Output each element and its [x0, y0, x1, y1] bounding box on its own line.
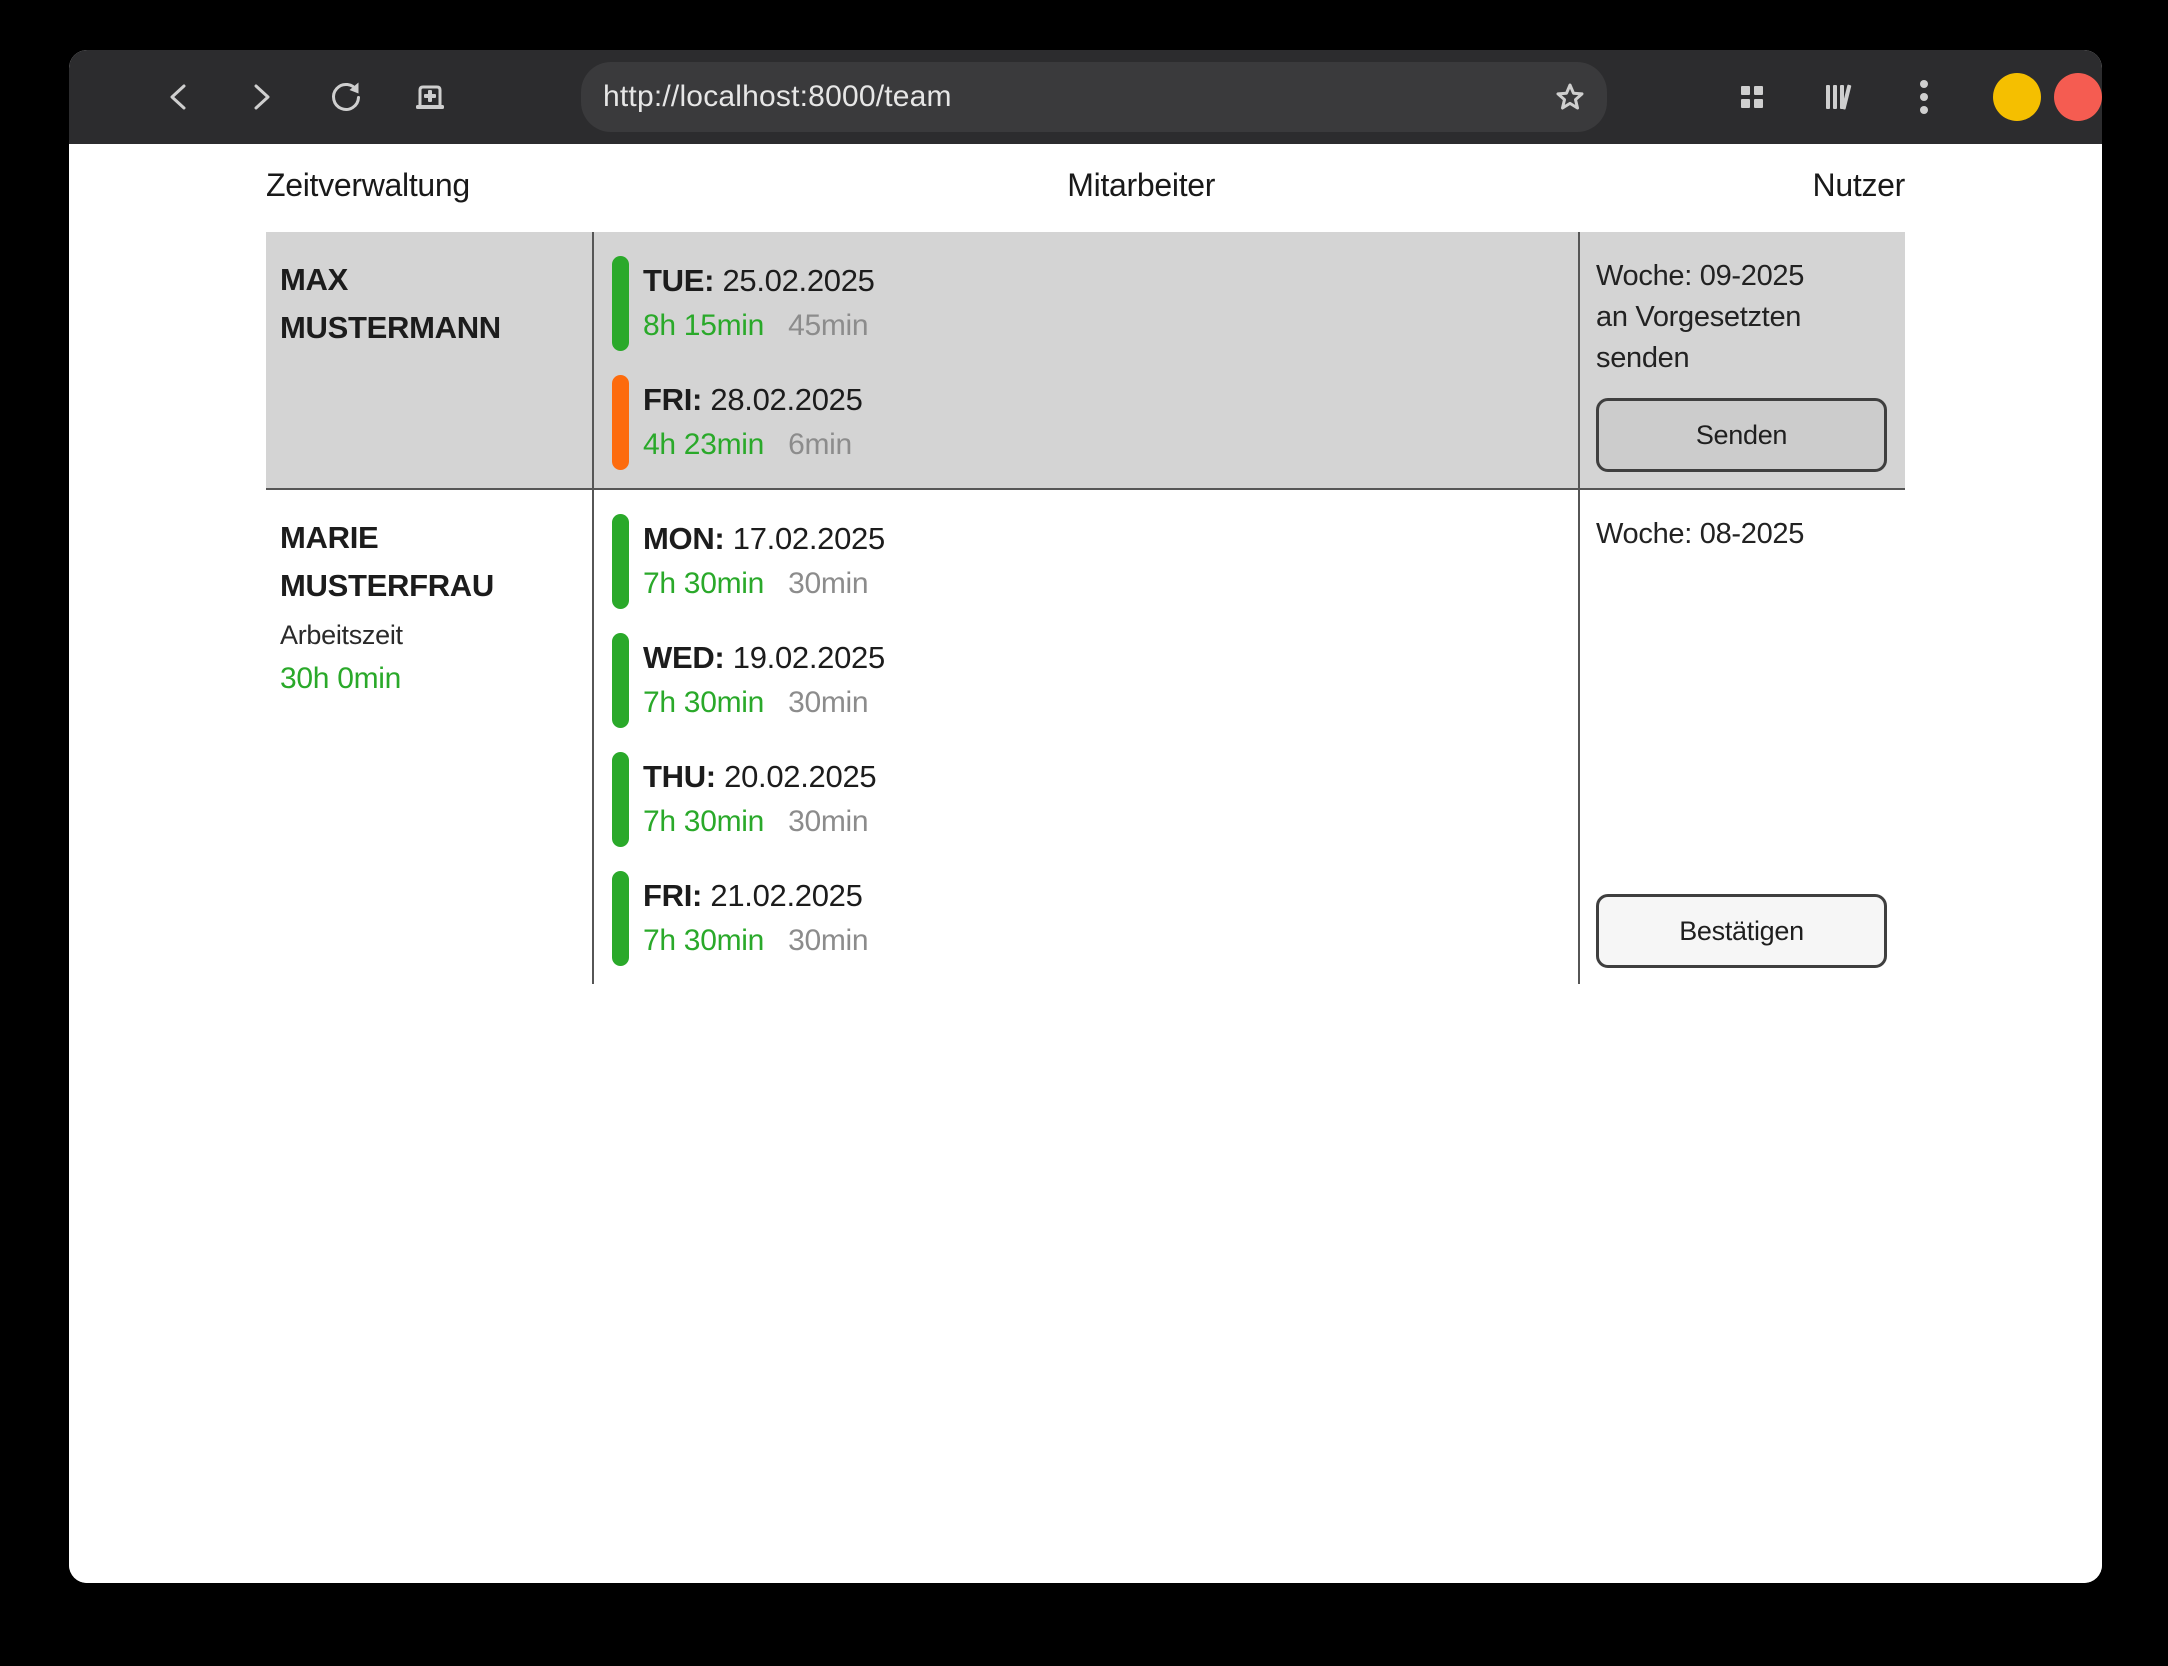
library-button[interactable]	[1821, 80, 1855, 114]
day-date: 25.02.2025	[722, 263, 874, 298]
screenshot-stage: http://localhost:8000/team	[0, 0, 2168, 1666]
nav-item-nutzer[interactable]: Nutzer	[1813, 167, 1905, 204]
employee-days-cell: MON: 17.02.2025 7h 30min 30min	[592, 490, 1578, 984]
reload-icon	[328, 79, 364, 115]
day-date: 19.02.2025	[733, 640, 885, 675]
day-status-bar	[612, 633, 629, 728]
employee-name-line: MUSTERFRAU	[280, 562, 582, 610]
employee-name-line: MARIE	[280, 514, 582, 562]
week-action-cell: Woche: 09-2025 an Vorgesetzten senden Se…	[1578, 232, 1905, 488]
back-button[interactable]	[161, 80, 195, 114]
close-window-button[interactable]	[2054, 73, 2102, 121]
star-icon	[1554, 81, 1586, 113]
day-date: 17.02.2025	[733, 521, 885, 556]
library-icon	[1821, 80, 1855, 114]
chevron-left-icon	[165, 80, 191, 114]
day-label: WED:	[643, 640, 724, 675]
day-date: 20.02.2025	[724, 759, 876, 794]
main-menu-button[interactable]	[1907, 80, 1941, 114]
worked-time: 8h 15min	[643, 309, 764, 342]
employee-name-cell: MAX MUSTERMANN	[266, 232, 592, 488]
day-entry: THU: 20.02.2025 7h 30min 30min	[612, 752, 1578, 847]
table-row-marie-musterfrau[interactable]: MARIE MUSTERFRAU Arbeitszeit 30h 0min MO…	[266, 488, 1905, 984]
worked-time: 7h 30min	[643, 924, 764, 957]
day-entry: FRI: 21.02.2025 7h 30min 30min	[612, 871, 1578, 966]
day-date: 21.02.2025	[710, 878, 862, 913]
kebab-menu-icon	[1918, 78, 1930, 116]
employee-name-line: MUSTERMANN	[280, 304, 582, 352]
week-note: senden	[1596, 338, 1887, 379]
week-note: an Vorgesetzten	[1596, 297, 1887, 338]
day-status-bar	[612, 871, 629, 966]
day-entry: TUE: 25.02.2025 8h 15min 45min	[612, 256, 1578, 351]
day-date: 28.02.2025	[710, 382, 862, 417]
browser-toolbar: http://localhost:8000/team	[69, 50, 2102, 144]
pause-time: 30min	[788, 924, 868, 957]
bestaetigen-button[interactable]: Bestätigen	[1596, 894, 1887, 968]
apps-menu-button[interactable]	[1735, 80, 1769, 114]
browser-window: http://localhost:8000/team	[69, 50, 2102, 1583]
day-status-bar	[612, 256, 629, 351]
senden-button[interactable]: Senden	[1596, 398, 1887, 472]
forward-button[interactable]	[245, 80, 279, 114]
nav-item-zeitverwaltung[interactable]: Zeitverwaltung	[266, 167, 470, 204]
chevron-right-icon	[249, 80, 275, 114]
day-status-bar	[612, 514, 629, 609]
main-nav: Zeitverwaltung Mitarbeiter Nutzer	[266, 167, 1905, 204]
new-tab-button[interactable]	[413, 80, 447, 114]
day-status-bar	[612, 752, 629, 847]
reload-button[interactable]	[329, 80, 363, 114]
day-entry: MON: 17.02.2025 7h 30min 30min	[612, 514, 1578, 609]
day-entry: FRI: 28.02.2025 4h 23min 6min	[612, 375, 1578, 470]
pause-time: 6min	[788, 428, 852, 461]
employee-table: MAX MUSTERMANN TUE: 25.02.2025	[266, 232, 1905, 984]
table-row-max-mustermann[interactable]: MAX MUSTERMANN TUE: 25.02.2025	[266, 232, 1905, 488]
worked-time: 7h 30min	[643, 686, 764, 719]
week-label: Woche: 09-2025	[1596, 256, 1887, 297]
nav-item-mitarbeiter[interactable]: Mitarbeiter	[1067, 167, 1215, 204]
worktime-label: Arbeitszeit	[280, 614, 582, 656]
employee-days-cell: TUE: 25.02.2025 8h 15min 45min	[592, 232, 1578, 488]
worked-time: 7h 30min	[643, 805, 764, 838]
bookmark-button[interactable]	[1553, 80, 1587, 114]
day-entry: WED: 19.02.2025 7h 30min 30min	[612, 633, 1578, 728]
employee-name-cell: MARIE MUSTERFRAU Arbeitszeit 30h 0min	[266, 490, 592, 984]
minimize-window-button[interactable]	[1993, 73, 2041, 121]
pause-time: 45min	[788, 309, 868, 342]
pause-time: 30min	[788, 567, 868, 600]
day-label: FRI:	[643, 382, 702, 417]
employee-name-line: MAX	[280, 256, 582, 304]
day-label: TUE:	[643, 263, 714, 298]
pause-time: 30min	[788, 805, 868, 838]
day-label: FRI:	[643, 878, 702, 913]
worktime-total: 30h 0min	[280, 656, 582, 702]
new-tab-icon	[412, 79, 448, 115]
day-status-bar	[612, 375, 629, 470]
day-label: THU:	[643, 759, 716, 794]
worked-time: 7h 30min	[643, 567, 764, 600]
pause-time: 30min	[788, 686, 868, 719]
worked-time: 4h 23min	[643, 428, 764, 461]
url-bar[interactable]: http://localhost:8000/team	[581, 62, 1607, 132]
week-label: Woche: 08-2025	[1596, 514, 1887, 555]
day-label: MON:	[643, 521, 724, 556]
url-text: http://localhost:8000/team	[603, 80, 952, 114]
page-content: Zeitverwaltung Mitarbeiter Nutzer MAX MU…	[69, 144, 2102, 1583]
grid-icon	[1736, 81, 1768, 113]
week-action-cell: Woche: 08-2025 Bestätigen	[1578, 490, 1905, 984]
